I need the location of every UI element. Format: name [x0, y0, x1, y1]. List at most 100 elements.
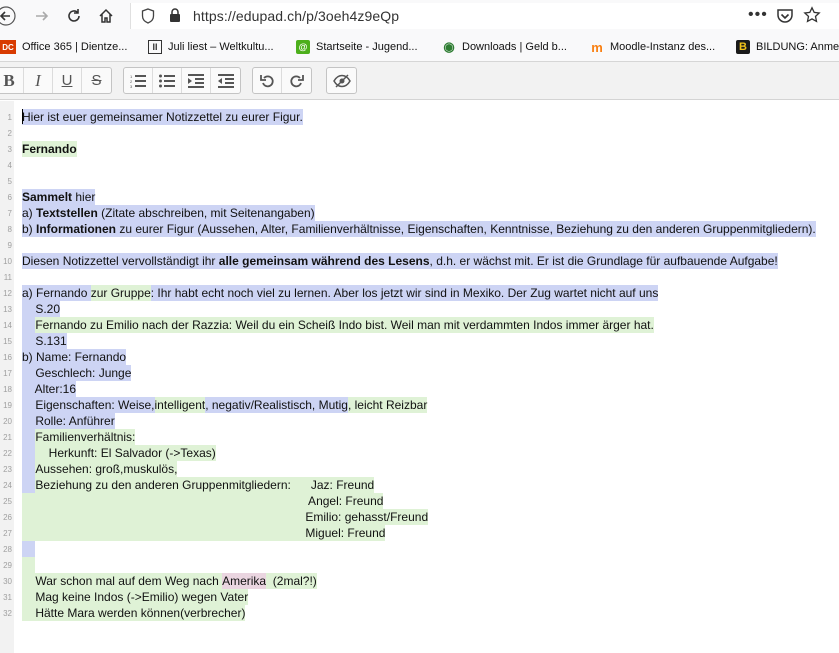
reload-icon[interactable] — [62, 4, 86, 28]
author-text-segment[interactable]: Textstellen — [36, 205, 98, 221]
author-text-segment[interactable]: Informationen — [36, 221, 117, 237]
pad-line[interactable]: 1 Hier ist euer gemeinsamer Notizzettel z… — [0, 109, 839, 125]
pad-line[interactable]: 6 Sammelt hier — [0, 189, 839, 205]
pad-line[interactable]: 20 Rolle: Anführer — [0, 413, 839, 429]
pad-line[interactable]: 28 — [0, 541, 839, 557]
author-text-segment[interactable]: b) Name: Fernando — [22, 349, 127, 365]
pad-line[interactable]: 21 Familienverhältnis: — [0, 429, 839, 445]
line-content[interactable]: Diesen Notizzettel vervollständigt ihr a… — [22, 253, 778, 269]
author-text-segment[interactable]: Emilio: gehasst/Freund — [22, 509, 429, 525]
unordered-list-icon[interactable] — [153, 68, 182, 93]
bookmark-item[interactable]: @ Startseite - Jugend... — [296, 39, 418, 55]
author-text-segment[interactable]: b) — [22, 221, 37, 237]
hide-authorship-colors-icon[interactable] — [327, 68, 356, 93]
line-content[interactable]: Geschlech: Junge — [22, 365, 132, 381]
pad-line[interactable]: 7 a) Textstellen (Zitate abschreiben, mit… — [0, 205, 839, 221]
author-text-segment[interactable]: Alter:16 — [22, 381, 77, 397]
author-text-segment[interactable] — [22, 429, 36, 445]
pad-line[interactable]: 22 Herkunft: El Salvador (->Texas) — [0, 445, 839, 461]
bookmark-item[interactable]: ◉ Downloads | Geld b... — [442, 39, 567, 55]
author-text-segment[interactable]: (Zitate abschreiben, mit Seitenangaben) — [97, 205, 315, 221]
pad-line[interactable]: 3 Fernando — [0, 141, 839, 157]
bookmark-item[interactable]: II Juli liest – Weltkultu... — [148, 39, 274, 55]
author-text-segment[interactable]: intelligent — [154, 397, 206, 413]
pad-line[interactable]: 10 Diesen Notizzettel vervollständigt ihr… — [0, 253, 839, 269]
pad-line[interactable]: 9 — [0, 237, 839, 253]
author-text-segment[interactable]: Hätte Mara werden können(verbrecher) — [22, 605, 246, 621]
url-bar[interactable]: https://edupad.ch/p/3oeh4z9eQp ••• — [130, 3, 839, 29]
author-text-segment[interactable] — [22, 445, 36, 461]
pad-line[interactable]: 26 Emilio: gehasst/Freund — [0, 509, 839, 525]
line-content[interactable]: Eigenschaften: Weise, intelligent, negati… — [22, 397, 428, 413]
author-text-segment[interactable]: Mag keine Indos (->Emilio) wegen Vater — [22, 589, 249, 605]
author-text-segment[interactable]: , leicht Reizbar — [347, 397, 428, 413]
lock-icon[interactable] — [169, 8, 181, 28]
pad-line[interactable]: 27 Miguel: Freund — [0, 525, 839, 541]
author-text-segment[interactable]: Diesen Notizzettel vervollständigt ihr — [22, 253, 219, 269]
bookmark-star-icon[interactable] — [803, 6, 821, 29]
line-content[interactable]: a) Textstellen (Zitate abschreiben, mit … — [22, 205, 315, 221]
author-text-segment[interactable]: S.20 — [22, 301, 61, 317]
pad-line[interactable]: 30 War schon mal auf dem Weg nach Amerik… — [0, 573, 839, 589]
redo-icon[interactable] — [282, 68, 311, 93]
pad-line[interactable]: 29 — [0, 557, 839, 573]
line-content[interactable]: b) Informationen zu eurer Figur (Aussehe… — [22, 221, 816, 237]
author-text-segment[interactable]: Fernando — [22, 141, 77, 157]
bold-icon[interactable]: B — [0, 68, 24, 93]
line-content[interactable]: Aussehen: groß,muskulös, — [22, 461, 178, 477]
pocket-icon[interactable] — [776, 7, 794, 30]
author-text-segment[interactable]: War schon mal auf dem Weg nach — [22, 573, 223, 589]
author-text-segment[interactable] — [22, 461, 36, 477]
author-text-segment[interactable]: zu eurer Figur (Aussehen, Alter, Familie… — [116, 221, 816, 237]
author-text-segment[interactable]: a) — [22, 205, 37, 221]
bookmark-item[interactable]: DC Office 365 | Dientze... — [0, 39, 127, 55]
pad-line[interactable]: 25 Angel: Freund — [0, 493, 839, 509]
line-content[interactable]: Fernando zu Emilio nach der Razzia: Weil… — [22, 317, 654, 333]
author-text-segment[interactable] — [22, 541, 36, 557]
author-text-segment[interactable]: Aussehen: groß,muskulös, — [35, 461, 178, 477]
pad-line[interactable]: 8 b) Informationen zu eurer Figur (Ausseh… — [0, 221, 839, 237]
line-content[interactable]: War schon mal auf dem Weg nach Amerika (… — [22, 573, 317, 589]
home-icon[interactable] — [94, 4, 118, 28]
pad-line[interactable]: 23 Aussehen: groß,muskulös, — [0, 461, 839, 477]
line-content[interactable]: a) Fernando zur Gruppe: Ihr habt echt no… — [22, 285, 659, 301]
author-text-segment[interactable] — [22, 477, 36, 493]
line-content[interactable]: Emilio: gehasst/Freund — [22, 509, 429, 525]
author-text-segment[interactable]: S.131 — [22, 333, 67, 349]
line-content[interactable]: Hätte Mara werden können(verbrecher) — [22, 605, 246, 621]
underline-icon[interactable]: U — [53, 68, 82, 93]
pad-line[interactable]: 15 S.131 — [0, 333, 839, 349]
bookmark-item[interactable]: B BILDUNG: Anme — [736, 39, 839, 55]
line-content[interactable]: Rolle: Anführer — [22, 413, 115, 429]
author-text-segment[interactable]: Hier ist euer gemeinsamer Notizzettel zu… — [22, 109, 303, 125]
author-text-segment[interactable]: alle gemeinsam während des Lesens — [218, 253, 430, 269]
line-content[interactable]: Mag keine Indos (->Emilio) wegen Vater — [22, 589, 249, 605]
pad-line[interactable]: 13 S.20 — [0, 301, 839, 317]
pad-line[interactable]: 11 — [0, 269, 839, 285]
strikethrough-icon[interactable]: S — [82, 68, 111, 93]
pad-line[interactable]: 2 — [0, 125, 839, 141]
outdent-icon[interactable] — [211, 68, 240, 93]
bookmark-item[interactable]: m Moodle-Instanz des... — [590, 39, 715, 55]
author-text-segment[interactable]: Geschlech: Junge — [22, 365, 132, 381]
author-text-segment[interactable]: Eigenschaften: Weise, — [22, 397, 155, 413]
pad-line[interactable]: 5 — [0, 173, 839, 189]
line-content[interactable]: b) Name: Fernando — [22, 349, 127, 365]
line-content[interactable]: Miguel: Freund — [22, 525, 386, 541]
page-actions-icon[interactable]: ••• — [748, 6, 768, 24]
author-text-segment[interactable]: Rolle: Anführer — [22, 413, 115, 429]
line-content[interactable]: Alter:16 — [22, 381, 77, 397]
author-text-segment[interactable]: (2mal?!) — [266, 573, 317, 589]
back-arrow-icon[interactable] — [0, 4, 18, 28]
pad-line[interactable]: 16 b) Name: Fernando — [0, 349, 839, 365]
line-content[interactable]: Sammelt hier — [22, 189, 96, 205]
line-content[interactable]: Hier ist euer gemeinsamer Notizzettel zu… — [22, 109, 303, 125]
line-content[interactable]: S.131 — [22, 333, 67, 349]
pad-line[interactable]: 32 Hätte Mara werden können(verbrecher) — [0, 605, 839, 621]
line-content[interactable] — [22, 557, 36, 573]
pad-editor[interactable]: 1 Hier ist euer gemeinsamer Notizzettel z… — [0, 101, 839, 653]
author-text-segment[interactable]: Angel: Freund — [22, 493, 384, 509]
author-text-segment[interactable]: a) Fernando — [22, 285, 91, 301]
undo-icon[interactable] — [253, 68, 282, 93]
line-content[interactable] — [22, 541, 36, 557]
